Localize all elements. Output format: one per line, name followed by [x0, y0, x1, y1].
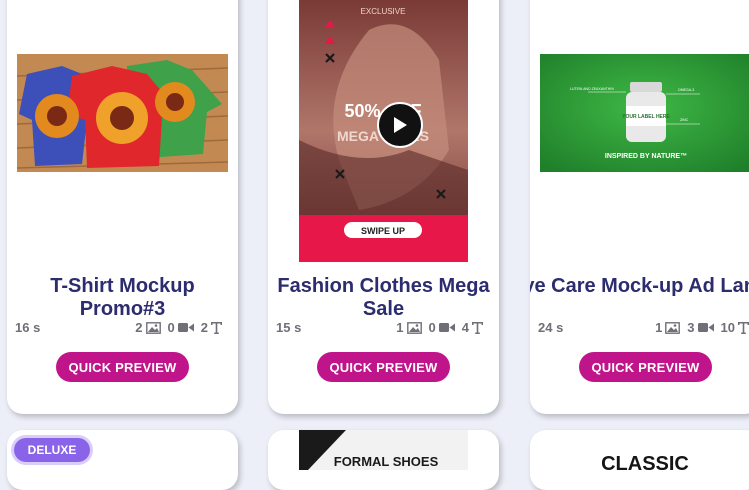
image-icon: [665, 321, 681, 334]
eye-care-image: YOUR LABEL HERE LUTEIN AND ZEAXANTHIN OM…: [540, 54, 749, 172]
text-icon: [472, 321, 483, 334]
video-count: 3: [687, 320, 695, 335]
text-count: 2: [200, 320, 208, 335]
exclusive-text: EXCLUSIVE: [361, 7, 406, 16]
duration: 24 s: [538, 320, 564, 335]
formal-shoes-thumbnail[interactable]: FORMAL SHOES: [268, 430, 499, 470]
image-icon: [145, 321, 161, 334]
card-title: T-Shirt Mockup Promo#3: [50, 275, 195, 320]
text-count: 4: [461, 320, 469, 335]
card-stats: 15 s 1 0 4: [276, 320, 491, 336]
tshirt-image: [17, 54, 228, 172]
card-stats: 16 s 2 0 2: [15, 320, 230, 336]
video-count: 0: [167, 320, 175, 335]
image-icon: [406, 321, 422, 334]
template-card-bottom-2[interactable]: FORMAL SHOES: [268, 430, 499, 490]
card-title: Fashion Clothes Mega Sale: [277, 275, 490, 320]
right-note-text: OMEGA-3: [678, 88, 694, 92]
text-icon: [738, 321, 749, 334]
deluxe-badge: DELUXE: [14, 438, 90, 462]
text-icon: [211, 321, 222, 334]
template-card-tshirt[interactable]: T-Shirt Mockup Promo#3 16 s 2 0 2 QUICK …: [7, 0, 238, 414]
quick-preview-button[interactable]: QUICK PREVIEW: [579, 352, 712, 382]
duration: 16 s: [15, 320, 41, 335]
play-icon: [394, 117, 407, 133]
quick-preview-button[interactable]: QUICK PREVIEW: [317, 352, 450, 382]
video-count: 0: [428, 320, 436, 335]
image-count: 1: [655, 320, 663, 335]
swipe-up-text: SWIPE UP: [361, 226, 405, 236]
image-count: 1: [396, 320, 404, 335]
card-title: Eye Care Mock-up Ad Landscape (16:9): [530, 275, 749, 297]
classic-thumbnail[interactable]: CLASSIC: [530, 430, 749, 470]
video-camera-icon: [177, 323, 194, 332]
zinc-note-text: ZINC: [680, 118, 689, 122]
label-text: YOUR LABEL HERE: [622, 114, 670, 120]
left-note-text: LUTEIN AND ZEAXANTHIN: [570, 87, 614, 91]
tagline-text: INSPIRED BY NATURE™: [605, 153, 687, 160]
text-count: 10: [720, 320, 735, 335]
formal-shoes-text: FORMAL SHOES: [334, 454, 439, 469]
video-camera-icon: [697, 323, 714, 332]
eye-care-thumbnail[interactable]: YOUR LABEL HERE LUTEIN AND ZEAXANTHIN OM…: [540, 54, 749, 172]
card-stats: 24 s 1 3 10: [538, 320, 749, 336]
video-camera-icon: [438, 323, 455, 332]
fashion-thumbnail[interactable]: SWIPE UP EXCLUSIVE 50% OFF MEGA SALES: [299, 0, 468, 262]
tshirt-thumbnail[interactable]: [17, 54, 228, 172]
template-card-bottom-3[interactable]: CLASSIC: [530, 430, 749, 490]
duration: 15 s: [276, 320, 302, 335]
image-count: 2: [135, 320, 143, 335]
template-card-eye-care[interactable]: YOUR LABEL HERE LUTEIN AND ZEAXANTHIN OM…: [530, 0, 749, 414]
quick-preview-button[interactable]: QUICK PREVIEW: [56, 352, 189, 382]
play-button[interactable]: [377, 102, 423, 148]
template-card-fashion[interactable]: SWIPE UP EXCLUSIVE 50% OFF MEGA SALES Fa…: [268, 0, 499, 414]
classic-text: CLASSIC: [601, 453, 689, 470]
